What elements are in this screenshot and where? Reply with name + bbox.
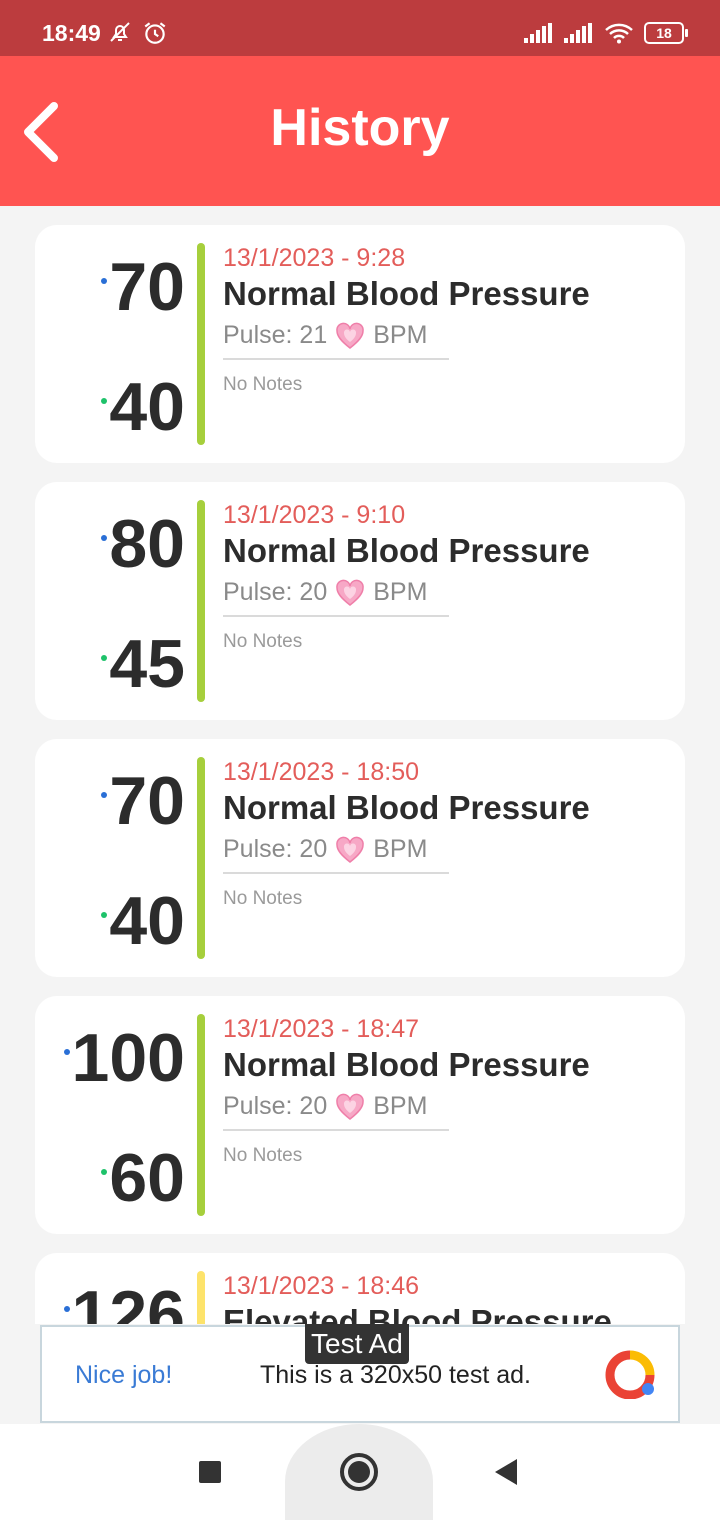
systolic-dot (101, 278, 108, 284)
pulse-unit: BPM (373, 1092, 428, 1120)
ad-description: This is a 320x50 test ad. (260, 1361, 531, 1389)
heart-icon (336, 322, 365, 349)
systolic-number: 100 (71, 1020, 185, 1096)
status-bar-indicator (197, 757, 205, 959)
systolic-value: 80 (35, 510, 185, 578)
systolic-value: 100 (35, 1024, 185, 1092)
record-notes: No Notes (223, 1145, 303, 1166)
systolic-value: 70 (35, 767, 185, 835)
systolic-dot (63, 1306, 70, 1312)
ad-logo-icon (605, 1350, 655, 1399)
recents-button[interactable] (199, 1461, 221, 1483)
signal-icon (524, 23, 552, 43)
record-card[interactable]: 126 13/1/2023 - 18:46 Elevated Blood Pre… (35, 1253, 685, 1324)
heart-icon (336, 836, 365, 863)
status-time: 18:49 (42, 20, 101, 46)
diastolic-value: 60 (35, 1144, 185, 1212)
diastolic-dot (101, 912, 108, 918)
systolic-value: 126 (35, 1281, 185, 1324)
record-card[interactable]: 80 45 13/1/2023 - 9:10 Normal Blood Pres… (35, 482, 685, 720)
record-notes: No Notes (223, 631, 303, 652)
ad-nice-text: Nice job! (75, 1361, 173, 1389)
systolic-number: 126 (71, 1277, 185, 1324)
ad-label: Test Ad (305, 1324, 409, 1364)
record-card[interactable]: 70 40 13/1/2023 - 9:28 Normal Blood Pres… (35, 225, 685, 463)
record-pulse: Pulse: 21 BPM (223, 321, 449, 360)
record-pulse: Pulse: 20 BPM (223, 835, 449, 874)
status-bar-indicator (197, 500, 205, 702)
battery-indicator: 18 (644, 22, 688, 44)
record-notes: No Notes (223, 888, 303, 909)
record-date: 13/1/2023 - 18:46 (223, 1272, 419, 1300)
diastolic-number: 40 (109, 369, 185, 445)
pulse-label: Pulse: 20 (223, 835, 328, 863)
diastolic-number: 45 (109, 626, 185, 702)
status-bar-indicator (197, 243, 205, 445)
record-date: 13/1/2023 - 9:28 (223, 244, 406, 272)
history-list[interactable]: 70 40 13/1/2023 - 9:28 Normal Blood Pres… (0, 206, 720, 1324)
status-bar-indicator (197, 1271, 205, 1324)
record-category: Normal Blood Pressure (223, 275, 590, 312)
systolic-dot (101, 792, 108, 798)
signal-icon (564, 23, 592, 43)
battery-level: 18 (656, 25, 672, 41)
home-button[interactable] (340, 1453, 378, 1491)
nav-back-button[interactable] (495, 1459, 517, 1485)
diastolic-number: 60 (109, 1140, 185, 1216)
diastolic-dot (101, 1169, 108, 1175)
diastolic-number: 40 (109, 883, 185, 959)
systolic-dot (101, 535, 108, 541)
diastolic-dot (101, 655, 108, 661)
diastolic-dot (101, 398, 108, 404)
systolic-value: 70 (35, 253, 185, 321)
pulse-label: Pulse: 20 (223, 1092, 328, 1120)
heart-icon (336, 1093, 365, 1120)
system-nav-bar (0, 1424, 720, 1520)
record-date: 13/1/2023 - 9:10 (223, 501, 406, 529)
record-date: 13/1/2023 - 18:47 (223, 1015, 419, 1043)
page-title: History (270, 99, 450, 157)
record-pulse: Pulse: 20 BPM (223, 578, 449, 617)
status-bar-indicator (197, 1014, 205, 1216)
systolic-number: 70 (109, 249, 185, 325)
alarm-icon (144, 22, 166, 44)
record-date: 13/1/2023 - 18:50 (223, 758, 419, 786)
pulse-unit: BPM (373, 835, 428, 863)
diastolic-value: 40 (35, 887, 185, 955)
record-category: Elevated Blood Pressure (223, 1303, 612, 1324)
systolic-number: 70 (109, 763, 185, 839)
diastolic-value: 40 (35, 373, 185, 441)
app-bar: History (0, 56, 720, 206)
systolic-dot (63, 1049, 70, 1055)
record-pulse: Pulse: 20 BPM (223, 1092, 449, 1131)
record-category: Normal Blood Pressure (223, 532, 590, 569)
pulse-label: Pulse: 21 (223, 321, 328, 349)
status-bar: 18:49 18 (0, 0, 720, 56)
record-category: Normal Blood Pressure (223, 789, 590, 826)
pulse-unit: BPM (373, 321, 428, 349)
record-card[interactable]: 100 60 13/1/2023 - 18:47 Normal Blood Pr… (35, 996, 685, 1234)
record-category: Normal Blood Pressure (223, 1046, 590, 1083)
record-card[interactable]: 70 40 13/1/2023 - 18:50 Normal Blood Pre… (35, 739, 685, 977)
record-notes: No Notes (223, 374, 303, 395)
wifi-icon (605, 23, 633, 44)
bell-off-icon (110, 22, 130, 42)
systolic-number: 80 (109, 506, 185, 582)
heart-icon (336, 579, 365, 606)
ad-banner[interactable]: Test Ad Nice job! This is a 320x50 test … (0, 1324, 720, 1424)
diastolic-value: 45 (35, 630, 185, 698)
pulse-label: Pulse: 20 (223, 578, 328, 606)
pulse-unit: BPM (373, 578, 428, 606)
